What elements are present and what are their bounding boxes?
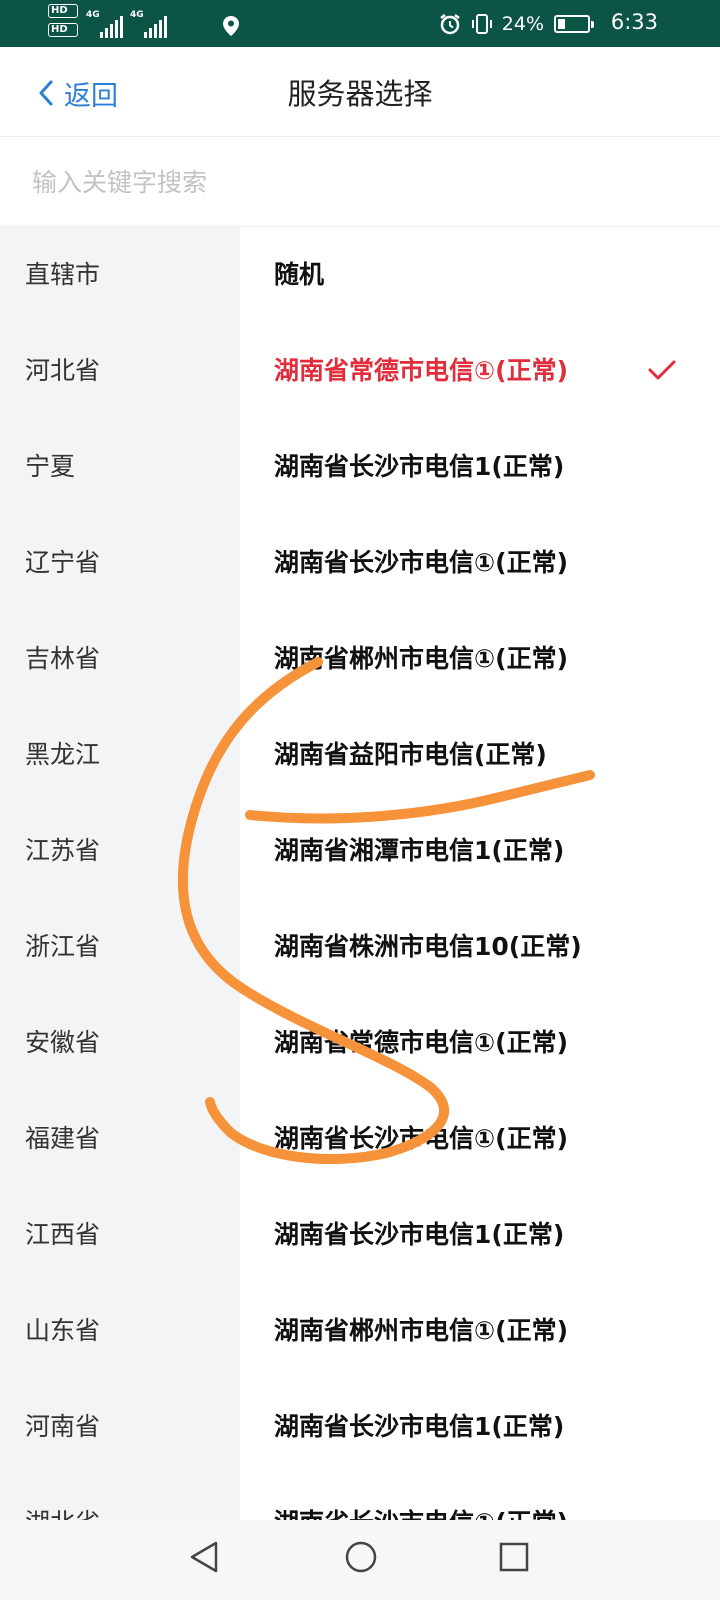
province-item[interactable]: 河南省	[0, 1379, 240, 1475]
province-item[interactable]: 福建省	[0, 1091, 240, 1187]
server-label: 湖南省长沙市电信①(正常)	[274, 548, 569, 577]
signal-strength-icon: 4G	[130, 10, 174, 38]
search-input[interactable]	[30, 157, 690, 207]
server-label: 湖南省常德市电信①(正常)	[274, 356, 569, 385]
battery-percent: 24%	[501, 12, 544, 35]
server-item[interactable]: 湖南省常德市电信①(正常)	[240, 995, 720, 1091]
server-item-selected[interactable]: 湖南省常德市电信①(正常)	[240, 323, 720, 419]
network-type-label: 4G	[86, 10, 100, 20]
server-label: 湖南省长沙市电信①(正常)	[274, 1124, 569, 1153]
server-item[interactable]: 湖南省长沙市电信1(正常)	[240, 1379, 720, 1475]
province-item[interactable]: 山东省	[0, 1283, 240, 1379]
alarm-icon	[440, 13, 460, 34]
signal-strength-icon: 4G	[86, 10, 130, 38]
server-item[interactable]: 随机	[240, 227, 720, 323]
status-right: 24%	[438, 0, 594, 47]
checkmark-icon	[648, 360, 676, 380]
home-circle-icon[interactable]	[344, 1540, 378, 1574]
province-item[interactable]: 安徽省	[0, 995, 240, 1091]
server-item[interactable]: 湖南省长沙市电信①(正常)	[240, 1475, 720, 1520]
province-list: 直辖市河北省宁夏辽宁省吉林省黑龙江江苏省浙江省安徽省福建省江西省山东省河南省湖北…	[0, 227, 240, 1520]
province-item[interactable]: 宁夏	[0, 419, 240, 515]
server-label: 湖南省郴州市电信①(正常)	[274, 644, 569, 673]
vibrate-icon	[471, 13, 492, 34]
province-item[interactable]: 辽宁省	[0, 515, 240, 611]
back-label: 返回	[64, 80, 118, 112]
back-triangle-icon[interactable]	[188, 1540, 220, 1574]
chevron-left-icon	[39, 80, 53, 106]
battery-icon	[554, 14, 594, 33]
main-content: 直辖市河北省宁夏辽宁省吉林省黑龙江江苏省浙江省安徽省福建省江西省山东省河南省湖北…	[0, 227, 720, 1520]
province-item[interactable]: 吉林省	[0, 611, 240, 707]
header: 返回 服务器选择	[0, 47, 720, 137]
server-item[interactable]: 湖南省株洲市电信10(正常)	[240, 899, 720, 995]
server-label: 湖南省益阳市电信(正常)	[274, 740, 547, 769]
server-label: 湖南省常德市电信①(正常)	[274, 1028, 569, 1057]
province-item[interactable]: 湖北省	[0, 1475, 240, 1520]
status-bar: HD HD 4G 4G 24% 6:33	[0, 0, 720, 47]
server-item[interactable]: 湖南省湘潭市电信1(正常)	[240, 803, 720, 899]
hd-badges: HD HD	[48, 4, 82, 42]
back-button[interactable]: 返回	[38, 73, 118, 113]
server-item[interactable]: 湖南省长沙市电信①(正常)	[240, 1091, 720, 1187]
province-item[interactable]: 江苏省	[0, 803, 240, 899]
server-label: 湖南省长沙市电信1(正常)	[274, 1220, 565, 1249]
server-label: 湖南省株洲市电信10(正常)	[274, 932, 582, 961]
province-item[interactable]: 浙江省	[0, 899, 240, 995]
recents-square-icon[interactable]	[498, 1540, 530, 1574]
server-item[interactable]: 湖南省长沙市电信1(正常)	[240, 419, 720, 515]
server-label: 湖南省长沙市电信1(正常)	[274, 452, 565, 481]
server-label: 湖南省郴州市电信①(正常)	[274, 1316, 569, 1345]
server-item[interactable]: 湖南省长沙市电信1(正常)	[240, 1187, 720, 1283]
province-item[interactable]: 黑龙江	[0, 707, 240, 803]
network-type-label: 4G	[130, 10, 144, 20]
province-item[interactable]: 河北省	[0, 323, 240, 419]
battery-level	[558, 18, 565, 29]
province-item[interactable]: 直辖市	[0, 227, 240, 323]
hd-badge: HD	[48, 4, 78, 18]
server-label: 湖南省长沙市电信①(正常)	[274, 1508, 568, 1520]
location-pin-icon	[223, 16, 239, 36]
server-label: 湖南省湘潭市电信1(正常)	[274, 836, 565, 865]
server-item[interactable]: 湖南省郴州市电信①(正常)	[240, 1283, 720, 1379]
province-item[interactable]: 江西省	[0, 1187, 240, 1283]
server-item[interactable]: 湖南省郴州市电信①(正常)	[240, 611, 720, 707]
server-label: 湖南省长沙市电信1(正常)	[274, 1412, 565, 1441]
server-label: 随机	[274, 260, 325, 289]
system-nav-bar	[0, 1520, 720, 1600]
clock: 6:33	[610, 10, 658, 34]
search-bar	[0, 137, 720, 227]
hd-badge: HD	[48, 23, 78, 37]
server-item[interactable]: 湖南省长沙市电信①(正常)	[240, 515, 720, 611]
server-list: 随机湖南省常德市电信①(正常) 湖南省长沙市电信1(正常) 湖南省长沙市电信①(正常…	[240, 227, 720, 1520]
server-item[interactable]: 湖南省益阳市电信(正常)	[240, 707, 720, 803]
